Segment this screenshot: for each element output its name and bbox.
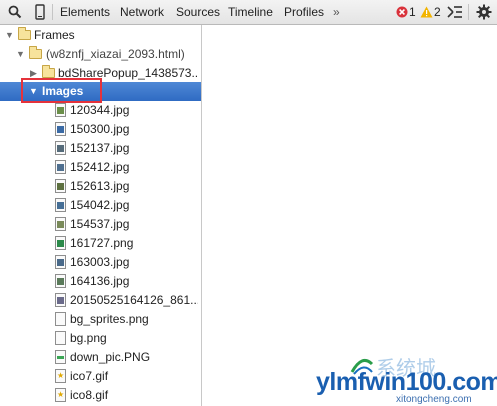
image-file-item[interactable]: 20150525164126_861... — [0, 291, 201, 310]
image-file-icon — [55, 122, 66, 136]
thumbnail-preview — [57, 259, 64, 266]
image-file-icon: ★ — [55, 388, 66, 402]
tab-sources[interactable]: Sources — [176, 0, 220, 24]
image-file-icon — [55, 103, 66, 117]
image-file-item[interactable]: 163003.jpg — [0, 253, 201, 272]
thumbnail-preview — [57, 240, 64, 247]
error-icon[interactable] — [396, 6, 408, 18]
preview-pane — [202, 25, 497, 406]
tab-elements[interactable]: Elements — [60, 0, 110, 24]
thumbnail-preview — [57, 356, 64, 359]
image-file-icon — [55, 217, 66, 231]
folder-icon — [42, 65, 55, 78]
image-file-label: 120344.jpg — [70, 103, 130, 117]
image-file-item[interactable]: 161727.png — [0, 234, 201, 253]
highlight-box — [21, 78, 102, 103]
image-file-icon — [55, 198, 66, 212]
console-drawer-icon[interactable] — [447, 5, 463, 19]
more-tabs-button[interactable]: » — [333, 0, 340, 24]
thumbnail-preview — [57, 145, 64, 152]
image-file-icon — [55, 236, 66, 250]
image-file-item[interactable]: bg.png — [0, 329, 201, 348]
thumbnail-preview — [57, 221, 64, 228]
image-file-label: 163003.jpg — [70, 255, 130, 269]
image-file-label: 152137.jpg — [70, 141, 130, 155]
image-file-label: 164136.jpg — [70, 274, 130, 288]
thumbnail-preview — [57, 202, 64, 209]
thumbnail-preview — [57, 278, 64, 285]
image-file-icon — [55, 274, 66, 288]
image-file-item[interactable]: down_pic.PNG — [0, 348, 201, 367]
image-file-label: bg_sprites.png — [70, 312, 149, 326]
watermark-brand: ylmfwin100.com — [316, 368, 497, 396]
warning-count: 2 — [434, 5, 441, 19]
image-file-icon — [55, 160, 66, 174]
image-file-icon — [55, 350, 66, 364]
image-file-icon — [55, 141, 66, 155]
image-file-icon — [55, 312, 66, 326]
image-file-item[interactable]: 154042.jpg — [0, 196, 201, 215]
tab-timeline[interactable]: Timeline — [228, 0, 273, 24]
image-file-label: down_pic.PNG — [70, 350, 151, 364]
tree-item-frame[interactable]: ▼ (w8znfj_xiazai_2093.html) — [0, 45, 201, 64]
image-file-item[interactable]: 152137.jpg — [0, 139, 201, 158]
image-file-label: 152613.jpg — [70, 179, 130, 193]
devtools-toolbar: Elements Network Sources Timeline Profil… — [0, 0, 497, 25]
folder-icon — [29, 46, 42, 59]
search-icon[interactable] — [8, 5, 22, 19]
tree-item-label: Frames — [34, 28, 75, 42]
image-file-label: 154042.jpg — [70, 198, 130, 212]
image-file-icon: ★ — [55, 369, 66, 383]
image-file-label: bg.png — [70, 331, 107, 345]
toolbar-separator — [468, 4, 469, 20]
settings-gear-icon[interactable] — [476, 4, 492, 20]
tree-item-frames[interactable]: ▼ Frames — [0, 26, 201, 45]
image-file-item[interactable]: ★ ico8.gif — [0, 386, 201, 405]
watermark: 系统城 ylmfwin100.com xitongcheng.com — [310, 350, 497, 406]
image-file-item[interactable]: 152412.jpg — [0, 158, 201, 177]
tab-profiles[interactable]: Profiles — [284, 0, 324, 24]
thumbnail-preview — [57, 164, 64, 171]
image-file-item[interactable]: ★ ico7.gif — [0, 367, 201, 386]
warning-icon[interactable] — [420, 6, 433, 18]
image-file-item[interactable]: 150300.jpg — [0, 120, 201, 139]
image-file-label: ico7.gif — [70, 369, 109, 383]
tab-network[interactable]: Network — [120, 0, 164, 24]
star-thumbnail-icon: ★ — [57, 371, 65, 380]
image-file-label: ico8.gif — [70, 388, 109, 402]
tree-item-label: (w8znfj_xiazai_2093.html) — [46, 47, 185, 61]
folder-icon — [18, 27, 31, 40]
image-file-item[interactable]: 154537.jpg — [0, 215, 201, 234]
device-mode-icon[interactable] — [35, 4, 45, 20]
thumbnail-preview — [57, 297, 64, 304]
star-thumbnail-icon: ★ — [57, 390, 65, 399]
image-file-icon — [55, 331, 66, 345]
image-file-label: 152412.jpg — [70, 160, 130, 174]
image-file-label: 161727.png — [70, 236, 134, 250]
image-file-item[interactable]: bg_sprites.png — [0, 310, 201, 329]
expanded-arrow-icon[interactable]: ▼ — [5, 29, 15, 42]
image-file-label: 154537.jpg — [70, 217, 130, 231]
image-file-item[interactable]: 120344.jpg — [0, 101, 201, 120]
image-file-icon — [55, 293, 66, 307]
error-count: 1 — [409, 5, 416, 19]
image-file-icon — [55, 179, 66, 193]
expanded-arrow-icon[interactable]: ▼ — [16, 48, 26, 61]
thumbnail-preview — [57, 183, 64, 190]
thumbnail-preview — [57, 126, 64, 133]
thumbnail-preview — [57, 107, 64, 114]
image-file-label: 20150525164126_861... — [70, 293, 198, 307]
image-file-label: 150300.jpg — [70, 122, 130, 136]
toolbar-separator — [52, 4, 53, 20]
image-file-item[interactable]: 164136.jpg — [0, 272, 201, 291]
image-file-item[interactable]: 152613.jpg — [0, 177, 201, 196]
watermark-site: xitongcheng.com — [396, 394, 472, 405]
image-file-icon — [55, 255, 66, 269]
